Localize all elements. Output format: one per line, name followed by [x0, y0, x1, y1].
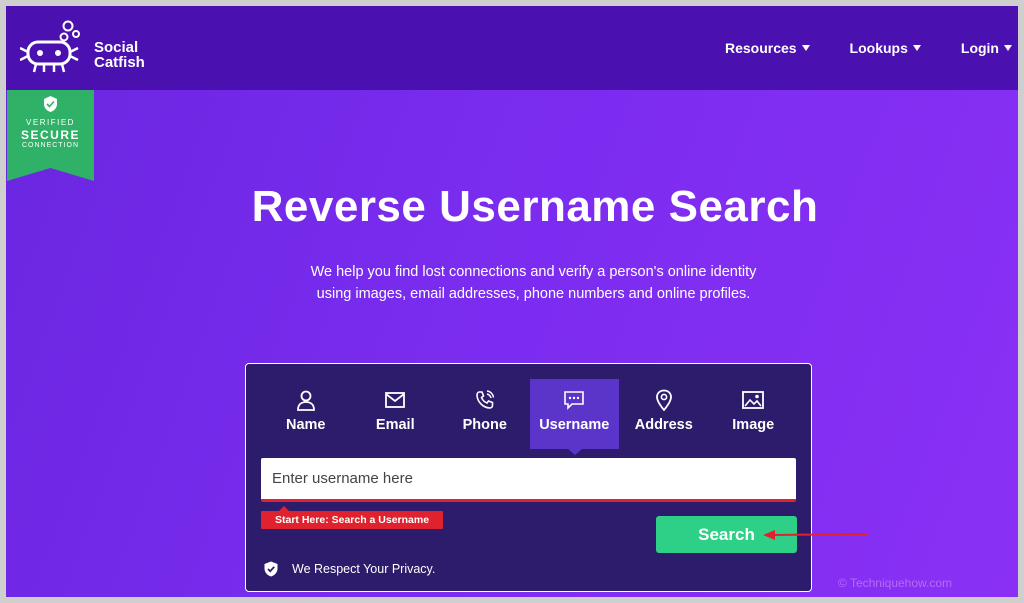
tab-image-label: Image [732, 417, 775, 433]
tab-email-label: Email [375, 417, 415, 433]
nav-resources[interactable]: Resources [725, 40, 810, 56]
logo-line-1: Social [94, 39, 139, 56]
privacy-text: We Respect Your Privacy. [292, 562, 436, 576]
tab-phone-label: Phone [462, 417, 507, 433]
person-icon [296, 390, 315, 411]
top-nav: Resources Lookups Login [685, 6, 1012, 90]
tab-name-label: Name [286, 417, 326, 433]
username-search-input[interactable] [261, 458, 796, 502]
site-header: Social Catfish Resources Lookups Login [6, 6, 1018, 90]
page-title: Reverse Username Search [251, 182, 819, 231]
page-subtitle: We help you find lost connections and ve… [310, 264, 757, 302]
page-frame: Social Catfish Resources Lookups Login V… [6, 6, 1018, 597]
secure-connection-badge: VERIFIED SECURE CONNECTION [7, 90, 94, 181]
tab-username[interactable]: Username [529, 379, 619, 455]
start-here-hint: Start Here: Search a Username [261, 506, 444, 529]
tab-address-label: Address [634, 417, 693, 433]
logo[interactable]: Social Catfish [19, 20, 160, 76]
watermark: © Techniquehow.com [838, 576, 953, 590]
nav-login[interactable]: Login [961, 40, 1012, 56]
tab-email[interactable]: Email [351, 379, 441, 449]
logo-text: Social Catfish [94, 40, 145, 70]
tab-address[interactable]: Address [619, 379, 709, 449]
chat-bubble-icon [564, 391, 585, 410]
nav-lookups[interactable]: Lookups [850, 40, 921, 56]
badge-connection-text: CONNECTION [21, 142, 80, 149]
search-type-tabs: Name Email Phone Username Address Image [261, 379, 801, 455]
envelope-icon [385, 392, 406, 408]
caret-down-icon [801, 45, 810, 51]
caret-down-icon [1004, 45, 1012, 51]
search-panel: Name Email Phone Username Address Image … [245, 363, 812, 592]
caret-down-icon [912, 45, 921, 51]
tab-image[interactable]: Image [709, 379, 799, 449]
phone-icon [475, 390, 494, 409]
badge-verified-text: VERIFIED [26, 118, 75, 127]
shield-check-icon [264, 561, 278, 577]
privacy-note: We Respect Your Privacy. [264, 561, 435, 577]
nav-login-label: Login [960, 40, 999, 56]
nav-lookups-label: Lookups [849, 40, 908, 56]
badge-secure-text: SECURE [20, 128, 80, 142]
tab-phone[interactable]: Phone [440, 379, 530, 449]
red-arrow-annotation-icon [763, 530, 868, 540]
nav-resources-label: Resources [724, 40, 797, 56]
logo-line-2: Catfish [94, 54, 145, 71]
tab-username-label: Username [539, 417, 610, 433]
tab-name[interactable]: Name [261, 379, 351, 449]
image-icon [742, 391, 765, 409]
map-pin-icon [655, 389, 672, 411]
